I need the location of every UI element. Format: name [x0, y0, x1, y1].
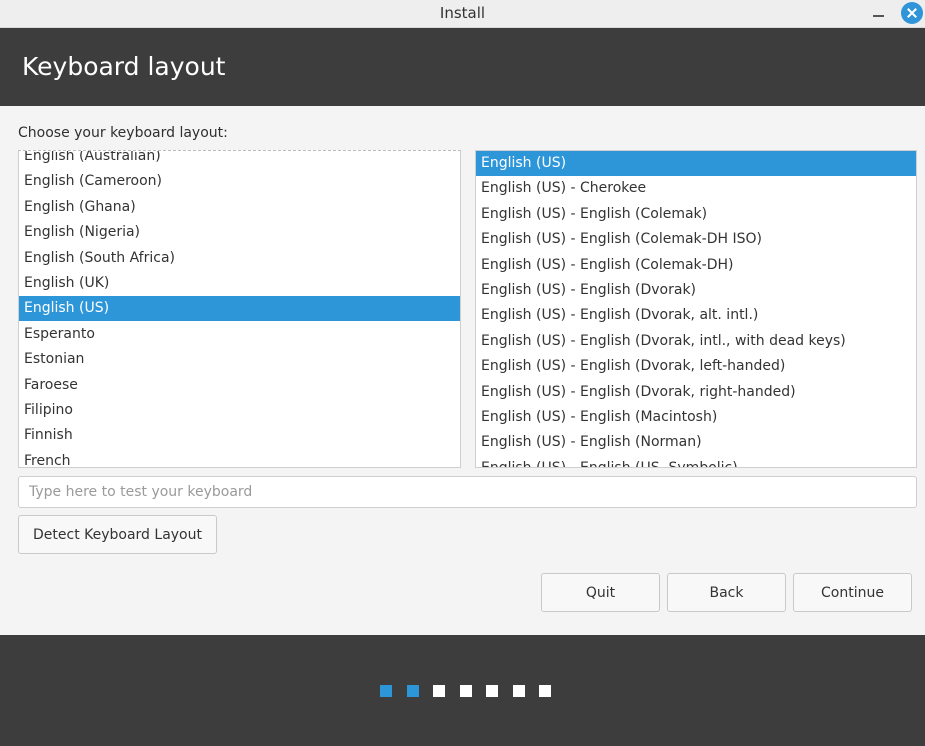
- list-item[interactable]: English (US) - English (Dvorak, intl., w…: [476, 329, 916, 354]
- list-item[interactable]: Filipino: [19, 398, 460, 423]
- list-item[interactable]: English (Ghana): [19, 195, 460, 220]
- progress-step-dot: [380, 685, 392, 697]
- list-item[interactable]: English (US) - English (Dvorak, alt. int…: [476, 303, 916, 328]
- list-item[interactable]: English (US) - English (US, Symbolic): [476, 456, 916, 467]
- list-item[interactable]: English (US) - English (Dvorak, right-ha…: [476, 380, 916, 405]
- list-item[interactable]: English (US): [476, 151, 916, 176]
- page-header: Keyboard layout: [0, 28, 925, 106]
- list-item[interactable]: Faroese: [19, 373, 460, 398]
- progress-step-dot: [406, 685, 419, 697]
- layout-prompt-label: Choose your keyboard layout:: [18, 125, 228, 141]
- window-title: Install: [439, 4, 486, 22]
- page-title: Keyboard layout: [22, 52, 226, 81]
- list-item[interactable]: English (UK): [19, 271, 460, 296]
- list-item[interactable]: English (US) - English (Colemak-DH ISO): [476, 227, 916, 252]
- list-item[interactable]: French: [19, 449, 460, 467]
- list-item[interactable]: Estonian: [19, 347, 460, 372]
- keyboard-layout-list[interactable]: English (Australian) English (Cameroon) En…: [18, 150, 461, 468]
- detect-keyboard-layout-button[interactable]: Detect Keyboard Layout: [18, 515, 217, 554]
- list-item[interactable]: Esperanto: [19, 322, 460, 347]
- progress-step-dot: [512, 685, 525, 697]
- progress-step-dot: [459, 685, 472, 697]
- back-button[interactable]: Back: [667, 573, 786, 612]
- progress-step-dot: [486, 685, 498, 697]
- list-item[interactable]: English (US) - English (Colemak): [476, 202, 916, 227]
- minimize-icon[interactable]: [868, 2, 890, 24]
- continue-button[interactable]: Continue: [793, 573, 912, 612]
- list-item[interactable]: English (US) - English (Dvorak, left-han…: [476, 354, 916, 379]
- keyboard-variant-list[interactable]: English (US) English (US) - Cherokee Engli…: [475, 150, 917, 468]
- install-progress-footer: [0, 635, 925, 746]
- list-item[interactable]: English (US) - Cherokee: [476, 176, 916, 201]
- keyboard-test-input[interactable]: [18, 476, 917, 508]
- list-item[interactable]: English (US): [19, 296, 460, 322]
- quit-button[interactable]: Quit: [541, 573, 660, 612]
- progress-step-dot: [539, 685, 551, 697]
- close-icon[interactable]: [901, 2, 923, 24]
- window-titlebar: Install: [0, 0, 925, 28]
- list-item[interactable]: English (Australian): [19, 151, 460, 169]
- list-item[interactable]: English (South Africa): [19, 246, 460, 271]
- list-item[interactable]: English (US) - English (Colemak-DH): [476, 253, 916, 278]
- list-item[interactable]: English (Cameroon): [19, 169, 460, 194]
- list-item[interactable]: English (US) - English (Dvorak): [476, 278, 916, 303]
- list-item[interactable]: English (Nigeria): [19, 220, 460, 245]
- list-item[interactable]: English (US) - English (Norman): [476, 430, 916, 455]
- list-item[interactable]: Finnish: [19, 423, 460, 448]
- list-item[interactable]: English (US) - English (Macintosh): [476, 405, 916, 430]
- progress-step-dot: [433, 685, 445, 697]
- main-content: Choose your keyboard layout: English (Au…: [0, 106, 925, 635]
